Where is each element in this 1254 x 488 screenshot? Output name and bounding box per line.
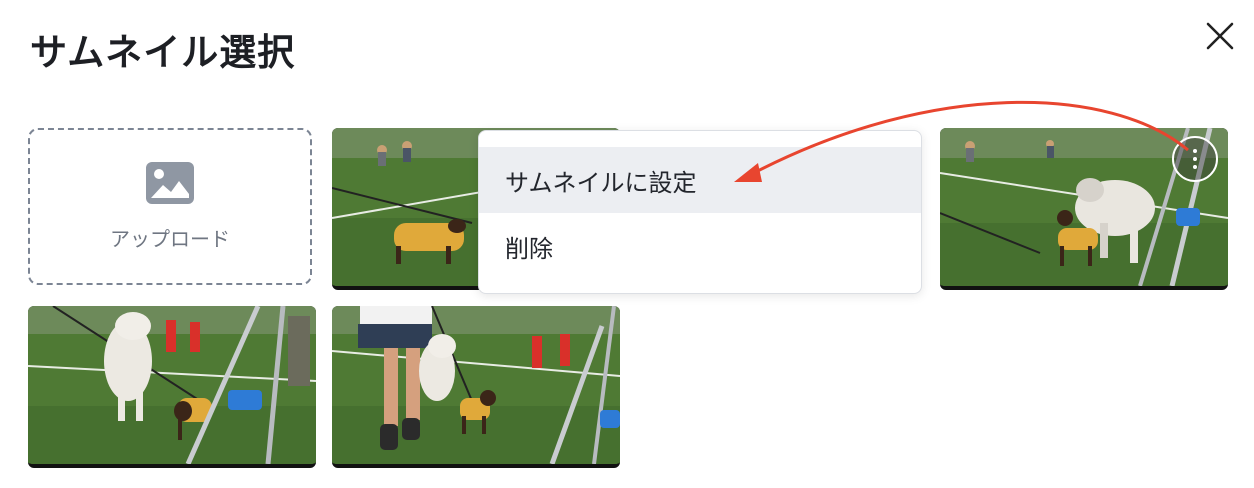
dialog-title: サムネイル選択 (30, 31, 296, 74)
context-menu: サムネイルに設定 削除 (478, 130, 922, 294)
close-icon[interactable] (1203, 19, 1237, 53)
thumbnail-4[interactable] (332, 306, 620, 468)
menu-item-delete[interactable]: 削除 (479, 213, 921, 279)
more-options-icon[interactable] (1172, 136, 1218, 182)
upload-label: アップロード (110, 227, 230, 251)
upload-button[interactable]: アップロード (28, 128, 312, 285)
thumbnail-3[interactable] (28, 306, 316, 468)
menu-item-set-thumbnail[interactable]: サムネイルに設定 (479, 147, 921, 213)
image-icon (145, 161, 195, 209)
